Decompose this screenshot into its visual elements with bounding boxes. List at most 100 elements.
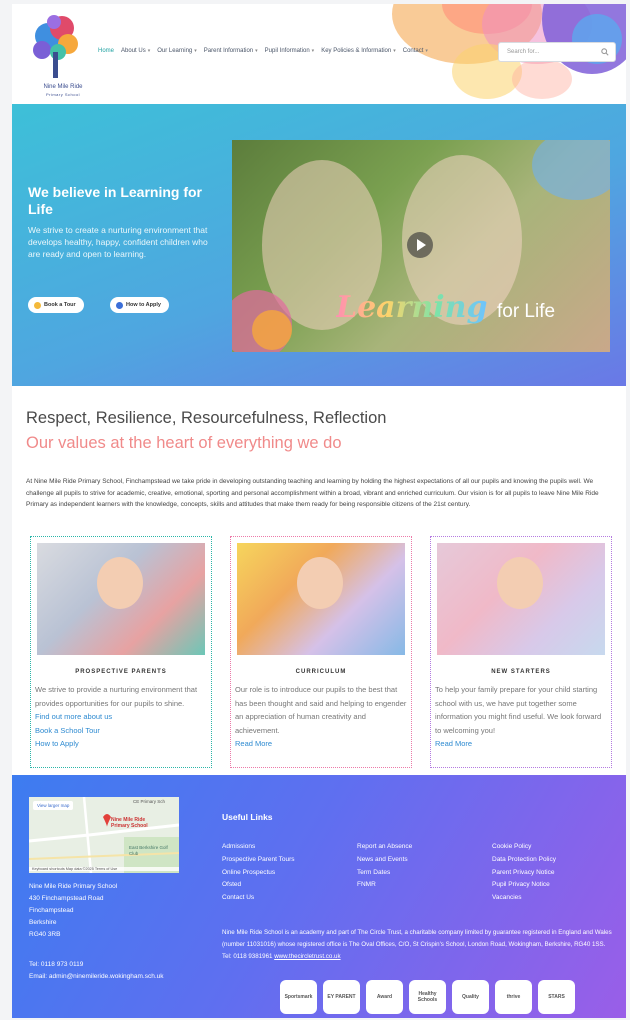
address-line: RG40 3RB xyxy=(29,931,61,938)
footer-link-cookie-policy[interactable]: Cookie Policy xyxy=(492,841,556,854)
nav-item-label: Pupil Information xyxy=(264,48,310,54)
footer-link-report-an-absence[interactable]: Report an Absence xyxy=(357,841,412,854)
contact-details: Tel: 0118 973 0119 Email: admin@ninemile… xyxy=(29,959,164,983)
badge-sportsmark: Sportsmark xyxy=(280,980,317,1014)
play-icon[interactable] xyxy=(407,232,433,258)
values-title: Respect, Resilience, Resourcefulness, Re… xyxy=(26,409,387,427)
footer-link-term-dates[interactable]: Term Dates xyxy=(357,867,412,880)
info-card-prospective-parents: PROSPECTIVE PARENTS We strive to provide … xyxy=(30,536,212,768)
card-text: We strive to provide a nurturing environ… xyxy=(35,685,198,708)
how-to-apply-button[interactable]: How to Apply xyxy=(110,297,169,313)
footer-link-admissions[interactable]: Admissions xyxy=(222,841,295,854)
nav-item-contact[interactable]: Contact ▾ xyxy=(403,48,428,54)
view-larger-map-button[interactable]: View larger map xyxy=(33,801,74,810)
location-map[interactable]: View larger map Nine Mile Ride Primary S… xyxy=(29,797,179,873)
values-intro: At Nine Mile Ride Primary School, Fincha… xyxy=(26,478,599,508)
site-header: Nine Mile Ride Primary School Home About … xyxy=(12,4,626,102)
video-text-learning: Learning xyxy=(336,290,488,325)
badge-thrive: thrive xyxy=(495,980,532,1014)
chevron-down-icon: ▾ xyxy=(255,48,258,54)
tour-dot-icon xyxy=(34,301,41,309)
values-subtitle: Our values at the heart of everything we… xyxy=(26,434,342,452)
hero-banner: We believe in Learning for Life We striv… xyxy=(12,104,626,386)
map-attribution: Keyboard shortcuts Map data ©2025 Terms … xyxy=(29,867,179,871)
card-photo xyxy=(437,543,605,655)
info-card-curriculum: CURRICULUM Our role is to introduce our p… xyxy=(230,536,412,768)
nav-item-label: Parent Information xyxy=(203,48,254,54)
footer-link-pupil-privacy-notice[interactable]: Pupil Privacy Notice xyxy=(492,879,556,892)
card-photo xyxy=(237,543,405,655)
page: Nine Mile Ride Primary School Home About … xyxy=(12,4,626,1018)
card-body: Our role is to introduce our pupils to t… xyxy=(235,683,407,751)
card-body: We strive to provide a nurturing environ… xyxy=(35,683,207,751)
card-link[interactable]: Book a School Tour xyxy=(35,724,207,738)
search-input[interactable]: Search for... xyxy=(498,42,616,62)
links-column-3: Cookie Policy Data Protection Policy Paren… xyxy=(492,841,556,905)
chevron-down-icon: ▾ xyxy=(311,48,315,54)
map-label-top: CE Primary Sch xyxy=(133,799,166,804)
search-placeholder: Search for... xyxy=(507,49,540,55)
chevron-down-icon: ▾ xyxy=(194,48,197,54)
card-link[interactable]: How to Apply xyxy=(35,737,207,751)
phone-number[interactable]: Tel: 0118 973 0119 xyxy=(29,959,164,971)
card-link[interactable]: Read More xyxy=(435,737,607,751)
badge-quality: Quality xyxy=(452,980,489,1014)
address-line: Berkshire xyxy=(29,919,57,926)
nav-item-key-policies-information[interactable]: Key Policies & Information ▾ xyxy=(321,48,396,54)
useful-links-title: Useful Links xyxy=(222,812,273,822)
card-title: NEW STARTERS xyxy=(491,669,551,675)
badge-ey-parent: EY PARENT xyxy=(323,980,360,1014)
info-card-new-starters: NEW STARTERS To help your family prepare … xyxy=(430,536,612,768)
card-title: PROSPECTIVE PARENTS xyxy=(75,669,167,675)
nav-item-label: About Us xyxy=(121,48,146,54)
card-title: CURRICULUM xyxy=(295,669,347,675)
tree-logo-icon xyxy=(33,15,78,78)
email-address[interactable]: Email: admin@ninemileride.wokingham.sch.… xyxy=(29,971,164,983)
badge-healthy-schools: Healthy Schools xyxy=(409,980,446,1014)
footer-link-ofsted[interactable]: Ofsted xyxy=(222,879,295,892)
video-overlay-text: Learning for Life xyxy=(336,290,555,325)
map-label-golf: East Berkshire Golf Club xyxy=(129,845,168,856)
logo-subtitle: Primary School xyxy=(45,92,81,97)
card-photo xyxy=(37,543,205,655)
nav-item-parent-information[interactable]: Parent Information ▾ xyxy=(204,48,258,54)
footer-link-data-protection-policy[interactable]: Data Protection Policy xyxy=(492,854,556,867)
footer-link-prospective-parent-tours[interactable]: Prospective Parent Tours xyxy=(222,854,295,867)
circle-trust-link[interactable]: www.thecircletrust.co.uk xyxy=(274,953,340,960)
apply-dot-icon xyxy=(116,301,123,309)
school-logo[interactable]: Nine Mile Ride Primary School xyxy=(26,12,86,98)
address-line: Finchampstead xyxy=(29,907,74,914)
card-link[interactable]: Find out more about us xyxy=(35,710,207,724)
nav-item-label: Key Policies & Information xyxy=(321,48,392,54)
footer-link-vacancies[interactable]: Vacancies xyxy=(492,892,556,905)
nav-item-about-us[interactable]: About Us ▾ xyxy=(121,48,150,54)
book-tour-label: Book a Tour xyxy=(44,302,76,308)
badge-award: Award xyxy=(366,980,403,1014)
card-text: To help your family prepare for your chi… xyxy=(435,685,602,735)
nav-item-label: Contact xyxy=(402,48,424,54)
nav-item-label: Our Learning xyxy=(157,48,193,54)
links-column-1: Admissions Prospective Parent Tours Online… xyxy=(222,841,295,905)
book-tour-button[interactable]: Book a Tour xyxy=(28,297,84,313)
chevron-down-icon: ▾ xyxy=(147,48,151,54)
footer-link-online-prospectus[interactable]: Online Prospectus xyxy=(222,867,295,880)
footer-link-news-and-events[interactable]: News and Events xyxy=(357,854,412,867)
footer-link-fnmr[interactable]: FNMR xyxy=(357,879,412,892)
accreditation-badges: Sportsmark EY PARENT Award Healthy Schools Q… xyxy=(280,980,575,1014)
search-icon[interactable] xyxy=(601,48,609,56)
hero-video[interactable]: Learning for Life xyxy=(232,140,610,352)
site-footer: View larger map Nine Mile Ride Primary S… xyxy=(12,775,626,1018)
video-text-for-life: for Life xyxy=(496,301,556,322)
card-link[interactable]: Read More xyxy=(235,737,407,751)
links-column-2: Report an Absence News and Events Term Dat… xyxy=(357,841,412,892)
footer-link-contact-us[interactable]: Contact Us xyxy=(222,892,295,905)
nav-item-home[interactable]: Home xyxy=(98,48,114,54)
card-text: Our role is to introduce our pupils to t… xyxy=(235,685,407,735)
nav-item-our-learning[interactable]: Our Learning ▾ xyxy=(157,48,197,54)
nav-item-label: Home xyxy=(98,48,115,54)
address-line: 430 Finchampstead Road xyxy=(29,895,104,902)
school-address: Nine Mile Ride Primary School 430 Fincham… xyxy=(29,881,117,941)
nav-item-pupil-information[interactable]: Pupil Information ▾ xyxy=(265,48,315,54)
footer-link-parent-privacy-notice[interactable]: Parent Privacy Notice xyxy=(492,867,556,880)
how-to-apply-label: How to Apply xyxy=(126,302,161,308)
